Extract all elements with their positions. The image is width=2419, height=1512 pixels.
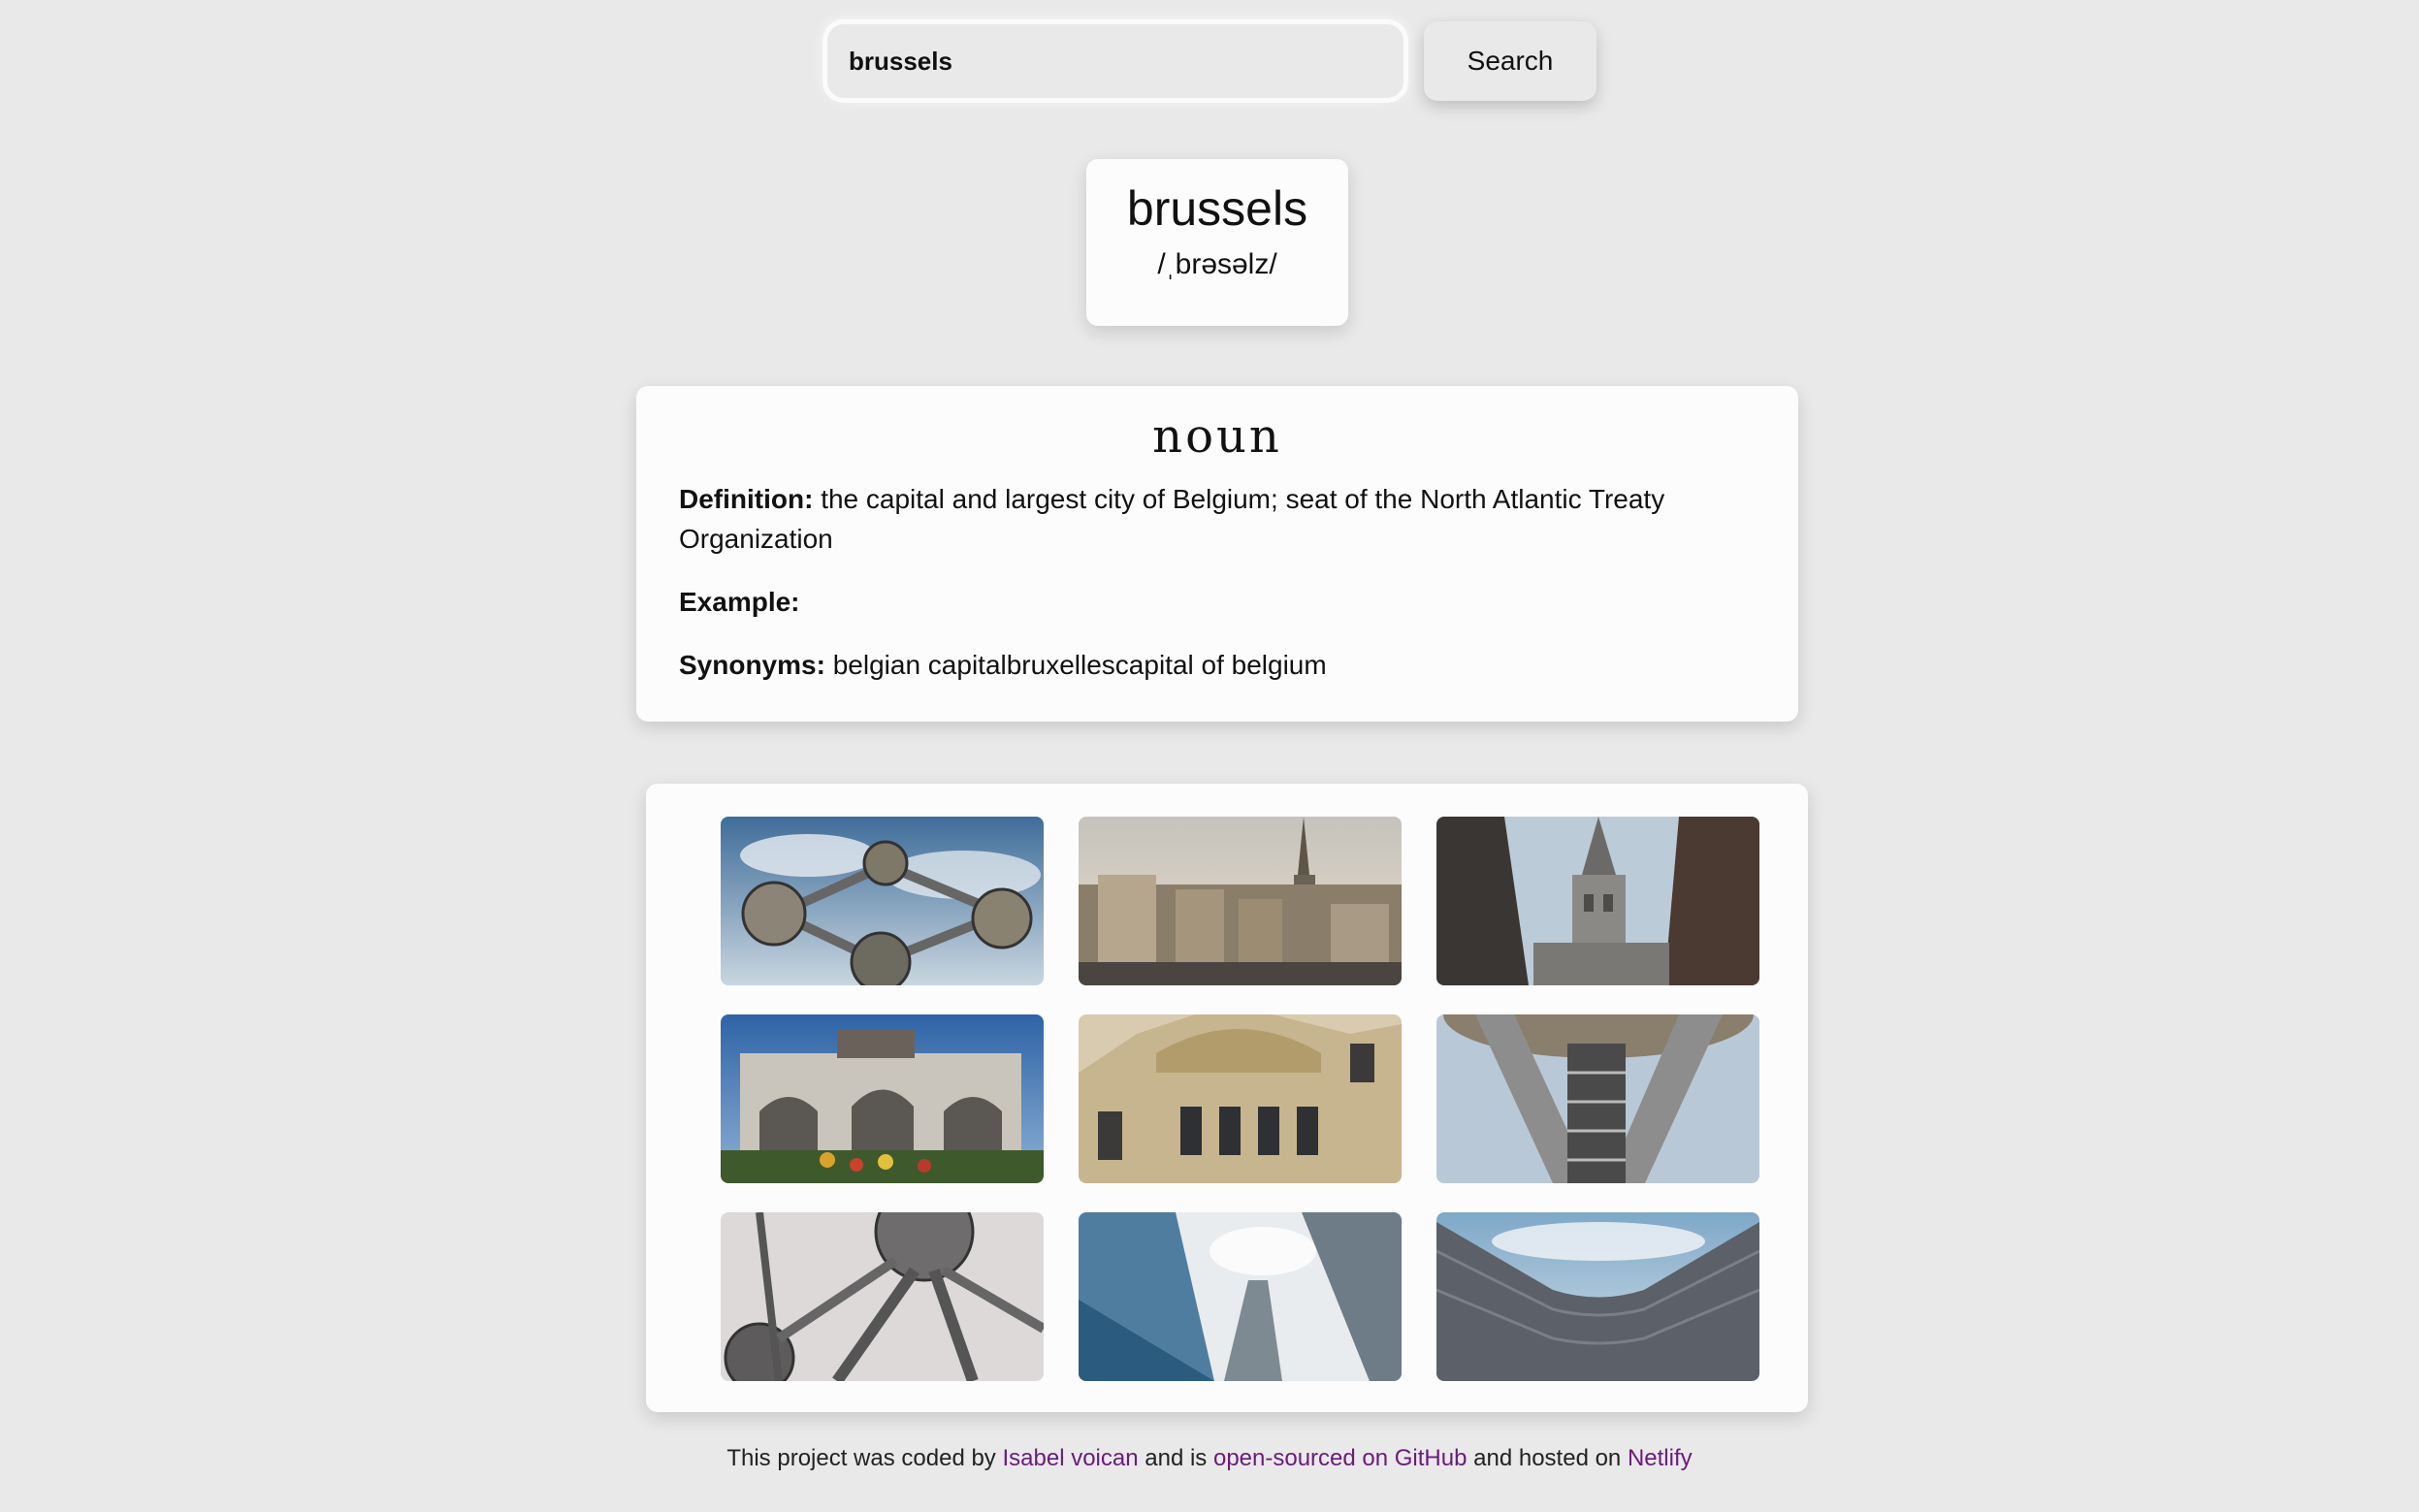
synonyms-text: belgian capitalbruxellescapital of belgi…	[832, 650, 1327, 680]
photo-grid	[721, 817, 1759, 1381]
footer-text-3: and hosted on	[1473, 1445, 1622, 1471]
definition-text: the capital and largest city of Belgium;…	[679, 484, 1665, 554]
definition: Definition: the capital and largest city…	[679, 479, 1756, 559]
footer-text-1: This project was coded by	[726, 1445, 996, 1471]
word-card: brussels /ˌbrəsəlz/	[1086, 159, 1348, 326]
photo-guild-house-facade[interactable]	[1079, 1014, 1402, 1183]
author-link[interactable]: Isabel voican	[1002, 1445, 1138, 1471]
github-link[interactable]: open-sourced on GitHub	[1213, 1445, 1468, 1471]
photo-atomium-stairs[interactable]	[1436, 1014, 1759, 1183]
photo-atomium-sky[interactable]	[721, 817, 1044, 985]
photo-cinquantenaire-arch[interactable]	[721, 1014, 1044, 1183]
photo-glass-towers[interactable]	[1079, 1212, 1402, 1381]
search-form: Search	[822, 19, 1597, 103]
example-label: Example:	[679, 587, 800, 617]
photo-atomium-below[interactable]	[721, 1212, 1044, 1381]
photos-card	[646, 784, 1808, 1412]
synonyms-label: Synonyms:	[679, 650, 825, 680]
footer-text-2: and is	[1145, 1445, 1208, 1471]
search-button[interactable]: Search	[1424, 21, 1597, 101]
word-title: brussels	[1126, 181, 1308, 236]
part-of-speech: noun	[1152, 409, 1282, 464]
example: Example:	[679, 582, 1756, 622]
photo-grand-place-skyline[interactable]	[1079, 817, 1402, 985]
word-phonetic: /ˌbrəsəlz/	[1157, 248, 1277, 280]
synonyms: Synonyms: belgian capitalbruxellescapita…	[679, 645, 1756, 685]
meaning-card: noun Definition: the capital and largest…	[636, 386, 1798, 722]
photo-town-hall-tower[interactable]	[1436, 817, 1759, 985]
footer: This project was coded by Isabel voican …	[0, 1445, 2419, 1472]
search-input[interactable]	[822, 19, 1408, 103]
photo-eu-building[interactable]	[1436, 1212, 1759, 1381]
netlify-link[interactable]: Netlify	[1628, 1445, 1693, 1471]
definition-label: Definition:	[679, 484, 814, 514]
